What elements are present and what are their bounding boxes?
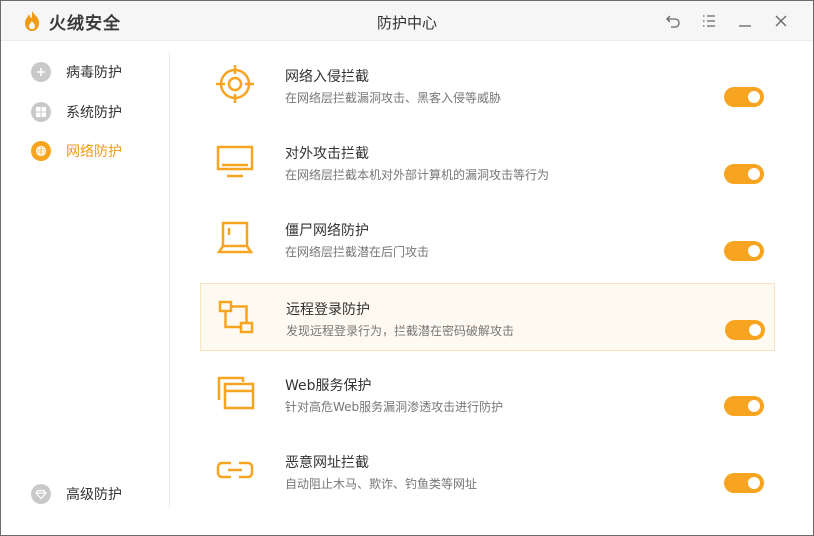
row-description: 发现远程登录行为，拦截潜在密码破解攻击 [286, 324, 515, 338]
minimize-button[interactable] [727, 9, 763, 33]
windows-icon [31, 102, 51, 122]
crosshair-icon [216, 65, 254, 103]
row-title: 对外攻击拦截 [285, 146, 369, 162]
sidebar-item-label: 高级防护 [66, 487, 122, 503]
app-window: 火绒安全 防护中心 病毒防护 系统防护 网络防护 高级防护 网络入侵拦截 在网络… [0, 0, 814, 536]
outbound-attack-toggle[interactable] [724, 164, 764, 184]
web-service-toggle[interactable] [724, 396, 764, 416]
title-bar: 火绒安全 防护中心 [1, 1, 813, 41]
row-description: 在网络层拦截漏洞攻击、黑客入侵等威胁 [285, 91, 502, 105]
protection-row-web-service: Web服务保护 针对高危Web服务漏洞渗透攻击进行防护 [200, 360, 775, 428]
protection-row-botnet: 僵尸网络防护 在网络层拦截潜在后门攻击 [200, 205, 775, 273]
row-title: 僵尸网络防护 [285, 223, 369, 239]
close-button[interactable] [763, 9, 799, 33]
diamond-icon [31, 484, 51, 504]
window-controls [655, 9, 799, 33]
protection-row-network-intrusion: 网络入侵拦截 在网络层拦截漏洞攻击、黑客入侵等威胁 [200, 51, 775, 119]
protection-row-outbound-attack: 对外攻击拦截 在网络层拦截本机对外部计算机的漏洞攻击等行为 [200, 128, 775, 196]
virus-shield-icon [31, 62, 51, 82]
botnet-toggle[interactable] [724, 241, 764, 261]
web-windows-icon [217, 376, 255, 410]
close-icon [775, 15, 787, 27]
remote-connection-icon [218, 300, 254, 334]
monitor-icon [216, 145, 254, 178]
toggle-knob [748, 168, 760, 180]
row-title: 恶意网址拦截 [285, 455, 369, 471]
protection-list: 网络入侵拦截 在网络层拦截漏洞攻击、黑客入侵等威胁 对外攻击拦截 在网络层拦截本… [200, 51, 775, 511]
row-description: 在网络层拦截本机对外部计算机的漏洞攻击等行为 [285, 168, 550, 182]
sidebar-item-advanced-protection[interactable]: 高级防护 [31, 482, 122, 506]
network-intrusion-toggle[interactable] [724, 87, 764, 107]
malicious-url-toggle[interactable] [724, 473, 764, 493]
link-icon [216, 461, 254, 479]
sidebar-item-label: 病毒防护 [66, 65, 122, 81]
back-button[interactable] [655, 9, 691, 33]
sidebar-item-label: 网络防护 [66, 144, 122, 160]
sidebar-item-system-protection[interactable]: 系统防护 [31, 100, 122, 124]
row-description: 在网络层拦截潜在后门攻击 [285, 245, 430, 259]
remote-login-toggle[interactable] [725, 320, 765, 340]
laptop-icon [216, 221, 254, 254]
row-title: 网络入侵拦截 [285, 69, 369, 85]
toggle-knob [749, 324, 761, 336]
minimize-icon [739, 25, 751, 27]
sidebar-item-label: 系统防护 [66, 105, 122, 121]
sidebar-divider [169, 53, 170, 507]
row-title: 远程登录防护 [286, 302, 370, 318]
globe-icon [31, 141, 51, 161]
protection-row-malicious-url: 恶意网址拦截 自动阻止木马、欺诈、钓鱼类等网址 [200, 437, 775, 505]
row-description: 针对高危Web服务漏洞渗透攻击进行防护 [285, 400, 504, 414]
toggle-knob [748, 477, 760, 489]
row-description: 自动阻止木马、欺诈、钓鱼类等网址 [285, 477, 478, 491]
toggle-knob [748, 91, 760, 103]
sidebar-item-virus-protection[interactable]: 病毒防护 [31, 60, 122, 84]
row-title: Web服务保护 [285, 378, 372, 394]
sidebar: 病毒防护 系统防护 网络防护 高级防护 [1, 42, 169, 508]
sidebar-item-network-protection[interactable]: 网络防护 [31, 139, 122, 163]
protection-row-remote-login: 远程登录防护 发现远程登录行为，拦截潜在密码破解攻击 [200, 283, 775, 351]
menu-button[interactable] [691, 9, 727, 33]
menu-icon [703, 15, 715, 27]
back-icon [666, 15, 680, 28]
toggle-knob [748, 400, 760, 412]
toggle-knob [748, 245, 760, 257]
